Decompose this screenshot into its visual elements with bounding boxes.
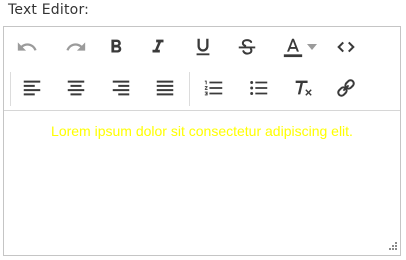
- undo-button[interactable]: [10, 30, 44, 64]
- strikethrough-button[interactable]: [230, 30, 264, 64]
- justify-button[interactable]: [148, 71, 182, 105]
- italic-button[interactable]: [141, 30, 175, 64]
- code-icon: [337, 41, 355, 53]
- insert-link-button[interactable]: [329, 71, 363, 105]
- align-left-button[interactable]: [15, 71, 49, 105]
- redo-button[interactable]: [59, 30, 93, 64]
- bullet-list-icon: [250, 81, 268, 95]
- editor-toolbar: [4, 27, 400, 111]
- align-right-icon: [112, 80, 130, 96]
- clear-format-button[interactable]: [286, 71, 320, 105]
- link-icon: [337, 79, 355, 97]
- chevron-down-icon: [307, 44, 317, 50]
- underline-button[interactable]: [186, 30, 220, 64]
- clear-format-icon: [295, 80, 312, 96]
- strikethrough-icon: [238, 39, 256, 55]
- bold-button[interactable]: [99, 30, 133, 64]
- toolbar-divider: [189, 72, 190, 106]
- font-color-button[interactable]: [276, 30, 324, 64]
- bullet-list-button[interactable]: [242, 71, 276, 105]
- bold-icon: [111, 39, 122, 53]
- undo-icon: [17, 42, 37, 51]
- text-editor: Lorem ipsum dolor sit consectetur adipis…: [3, 26, 401, 256]
- editor-content-area[interactable]: Lorem ipsum dolor sit consectetur adipis…: [4, 111, 400, 255]
- align-center-button[interactable]: [59, 71, 93, 105]
- redo-icon: [66, 42, 86, 51]
- underline-icon: [196, 38, 210, 56]
- align-right-button[interactable]: [104, 71, 138, 105]
- align-left-icon: [23, 80, 41, 96]
- toolbar-divider: [10, 72, 11, 106]
- editor-text: Lorem ipsum dolor sit consectetur adipis…: [51, 123, 353, 139]
- source-code-button[interactable]: [329, 30, 363, 64]
- ordered-list-icon: [204, 80, 223, 96]
- ordered-list-button[interactable]: [197, 71, 231, 105]
- align-center-icon: [67, 80, 85, 96]
- justify-icon: [156, 80, 174, 96]
- field-label: Text Editor:: [8, 2, 90, 18]
- resize-handle-icon[interactable]: [387, 242, 397, 252]
- italic-icon: [152, 39, 164, 53]
- font-color-icon: [283, 38, 303, 58]
